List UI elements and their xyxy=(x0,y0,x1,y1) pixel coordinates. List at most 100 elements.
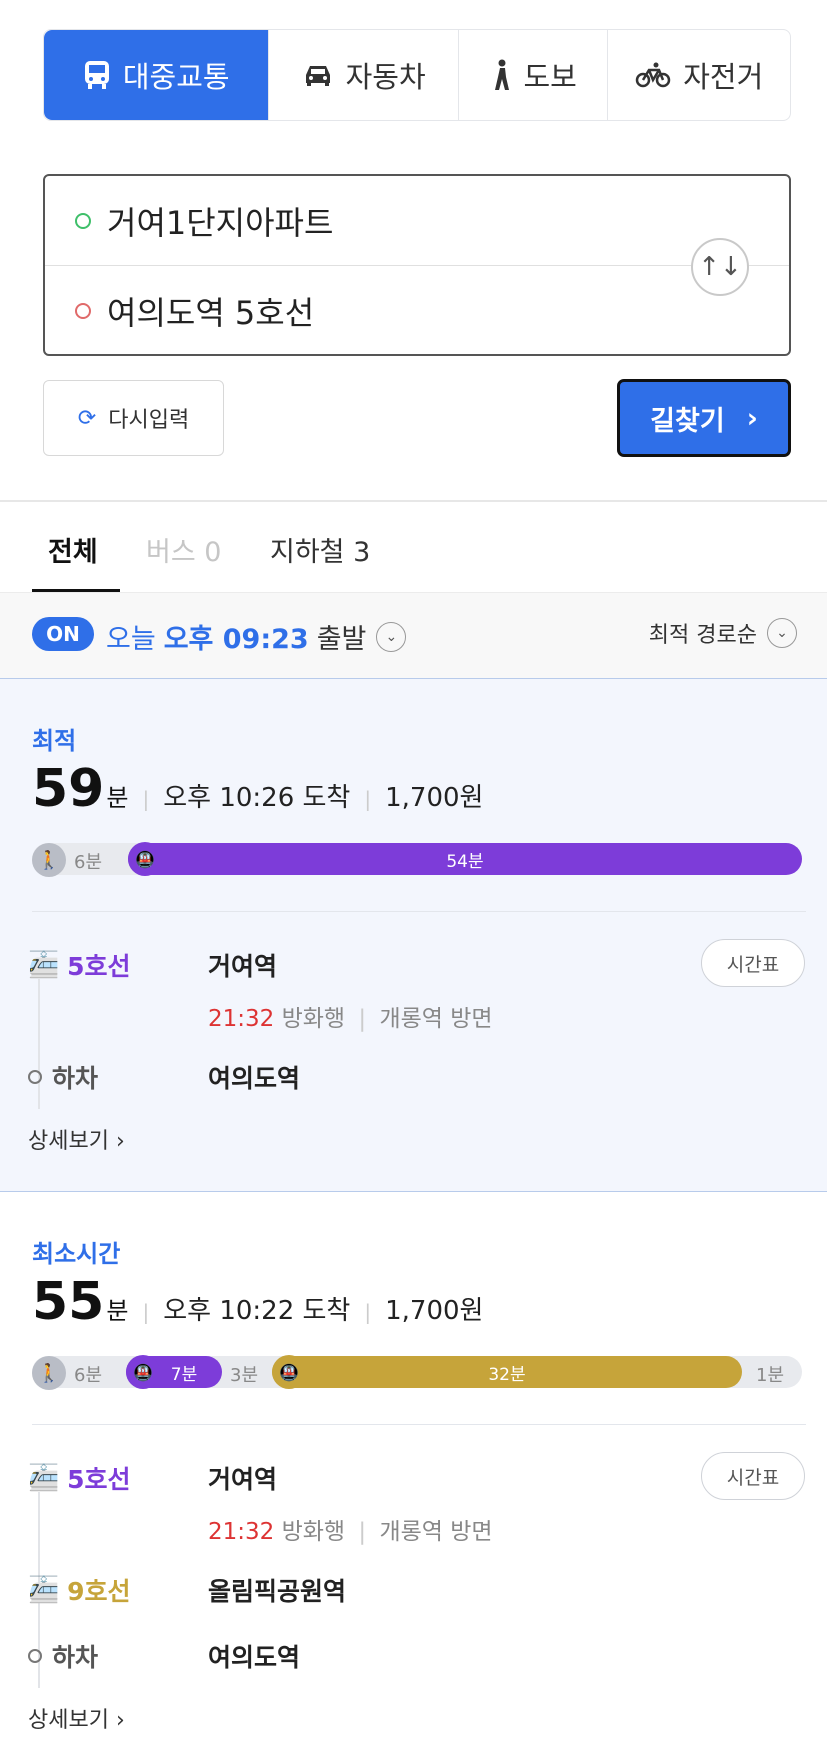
mode-tab-label: 대중교통 xyxy=(122,60,230,94)
step-alight: 하차 여의도역 xyxy=(28,1638,300,1674)
route-timeline-bar: 🚶 6분 54분 🚇 xyxy=(32,842,802,877)
walk-icon xyxy=(490,59,512,91)
search-label: 길찾기 xyxy=(650,405,725,437)
route-timeline-bar: 🚶 6분 7분 🚇 3분 32분 🚇 1분 xyxy=(32,1355,802,1390)
result-tabs: 전체 버스 0 지하철 3 xyxy=(0,520,827,592)
subway-icon: 🚈 xyxy=(28,1463,60,1492)
walk-end-duration: 1분 xyxy=(756,1365,785,1386)
exit-direction: 개롱역 방면 xyxy=(379,1006,493,1032)
line-5-label: 🚈 5호선 xyxy=(28,1460,208,1496)
minutes-unit: 분 xyxy=(106,1297,129,1325)
summary-separator: | xyxy=(364,787,372,811)
mode-tab-walk[interactable]: 도보 xyxy=(457,30,608,120)
tab-all[interactable]: 전체 xyxy=(48,530,98,569)
minutes-unit: 분 xyxy=(106,784,129,812)
transfer-station: 올림픽공원역 xyxy=(208,1577,347,1606)
alight-text: 하차 xyxy=(52,1064,99,1093)
chevron-right-icon: › xyxy=(746,402,758,434)
fare: 1,700원 xyxy=(385,1296,484,1326)
chevron-right-icon: › xyxy=(115,1129,125,1154)
walk-duration: 6분 xyxy=(74,1365,103,1386)
fare: 1,700원 xyxy=(385,783,484,813)
train-bound: 방화행 xyxy=(281,1519,346,1545)
summary-separator: | xyxy=(142,787,150,811)
alight-label: 하차 xyxy=(28,1059,208,1095)
departure-time: 21:32 xyxy=(208,1519,275,1545)
walk-icon: 🚶 xyxy=(32,1356,66,1390)
mode-tab-bicycle[interactable]: 자전거 xyxy=(607,30,790,120)
total-minutes: 59 xyxy=(32,759,105,819)
origin-text: 거여1단지아파트 xyxy=(107,203,334,242)
alight-ring-icon xyxy=(28,1649,42,1663)
transfer-duration: 3분 xyxy=(230,1365,259,1386)
find-route-button[interactable]: 길찾기 › xyxy=(617,379,791,457)
subway-icon: 🚇 xyxy=(272,1355,306,1389)
subway-icon: 🚈 xyxy=(28,950,60,979)
line-name: 5호선 xyxy=(67,952,131,981)
step-alight: 하차 여의도역 xyxy=(28,1059,300,1095)
route-card[interactable]: 최소시간 55 분 | 오후 10:22 도착 | 1,700원 🚶 6분 7분… xyxy=(0,1192,827,1764)
step-transfer: 🚈 9호선 올림픽공원역 xyxy=(28,1572,346,1608)
summary-separator: | xyxy=(364,1300,372,1324)
card-separator xyxy=(32,911,806,912)
card-separator xyxy=(32,1424,806,1425)
bus-icon xyxy=(83,60,111,90)
origin-field[interactable]: 거여1단지아파트 xyxy=(45,176,789,266)
departure-time: 21:32 xyxy=(208,1006,275,1032)
details-label: 상세보기 xyxy=(28,1129,109,1154)
tab-subway[interactable]: 지하철 3 xyxy=(270,530,370,569)
origin-dot-icon xyxy=(75,212,91,229)
details-label: 상세보기 xyxy=(28,1708,109,1733)
alight-station: 여의도역 xyxy=(208,1643,301,1672)
transport-mode-tabs: 대중교통 자동차 도보 자전거 xyxy=(43,29,791,121)
subway-icon: 🚈 xyxy=(28,1575,60,1604)
chevron-down-icon: ⌄ xyxy=(376,621,407,652)
destination-dot-icon xyxy=(75,303,91,319)
sort-selector[interactable]: 최적 경로순 ⌄ xyxy=(649,617,797,649)
departure-day: 오늘 xyxy=(106,624,156,655)
alight-label: 하차 xyxy=(28,1638,208,1674)
summary-separator: | xyxy=(142,1300,150,1324)
alight-ring-icon xyxy=(28,1070,42,1084)
car-icon xyxy=(302,63,334,87)
line-9-label: 🚈 9호선 xyxy=(28,1572,208,1608)
step-board: 🚈 5호선 거여역 xyxy=(28,1460,277,1496)
train-direction: 21:32 방화행 | 개롱역 방면 xyxy=(208,1512,493,1546)
train-bound: 방화행 xyxy=(281,1006,346,1032)
route-card[interactable]: 최적 59 분 | 오후 10:26 도착 | 1,700원 🚶 6분 54분 … xyxy=(0,678,827,1192)
departure-time: 오후 09:23 xyxy=(163,624,309,655)
chevron-down-icon: ⌄ xyxy=(767,618,797,648)
mode-tab-label: 자전거 xyxy=(683,60,764,94)
board-station: 거여역 xyxy=(208,952,278,981)
alight-text: 하차 xyxy=(52,1643,99,1672)
line-5-label: 🚈 5호선 xyxy=(28,947,208,983)
direction-separator: | xyxy=(358,1006,367,1032)
step-board: 🚈 5호선 거여역 xyxy=(28,947,277,983)
mode-tab-label: 자동차 xyxy=(345,60,426,94)
line-name: 9호선 xyxy=(67,1577,131,1606)
mode-tab-car[interactable]: 자동차 xyxy=(268,30,458,120)
chevron-right-icon: › xyxy=(115,1708,125,1733)
subway-icon: 🚇 xyxy=(126,1355,160,1389)
route-label: 최적 xyxy=(32,727,77,755)
line-name: 5호선 xyxy=(67,1465,131,1494)
mode-tab-transit[interactable]: 대중교통 xyxy=(44,30,269,120)
board-station: 거여역 xyxy=(208,1465,278,1494)
realtime-toggle[interactable]: ON xyxy=(32,617,94,651)
destination-field[interactable]: 여의도역 5호선 xyxy=(45,266,314,356)
timetable-button[interactable]: 시간표 xyxy=(701,939,805,987)
details-link[interactable]: 상세보기 › xyxy=(28,1123,125,1155)
reset-label: 다시입력 xyxy=(108,408,190,433)
timetable-button[interactable]: 시간표 xyxy=(701,1452,805,1500)
sort-label: 최적 경로순 xyxy=(648,623,757,648)
subway-icon: 🚇 xyxy=(128,842,162,876)
reset-input-button[interactable]: ⟳ 다시입력 xyxy=(43,380,224,456)
arrival-time: 오후 10:26 도착 xyxy=(163,783,351,813)
tab-bus[interactable]: 버스 0 xyxy=(146,530,221,569)
section-divider xyxy=(0,500,827,502)
swap-route-button[interactable]: ↑↓ xyxy=(691,238,749,296)
details-link[interactable]: 상세보기 › xyxy=(28,1702,125,1734)
route-summary: 55 분 | 오후 10:22 도착 | 1,700원 xyxy=(32,1272,483,1332)
departure-time-selector[interactable]: 오늘 오후 09:23 출발 ⌄ xyxy=(106,617,407,656)
direction-separator: | xyxy=(358,1519,367,1545)
